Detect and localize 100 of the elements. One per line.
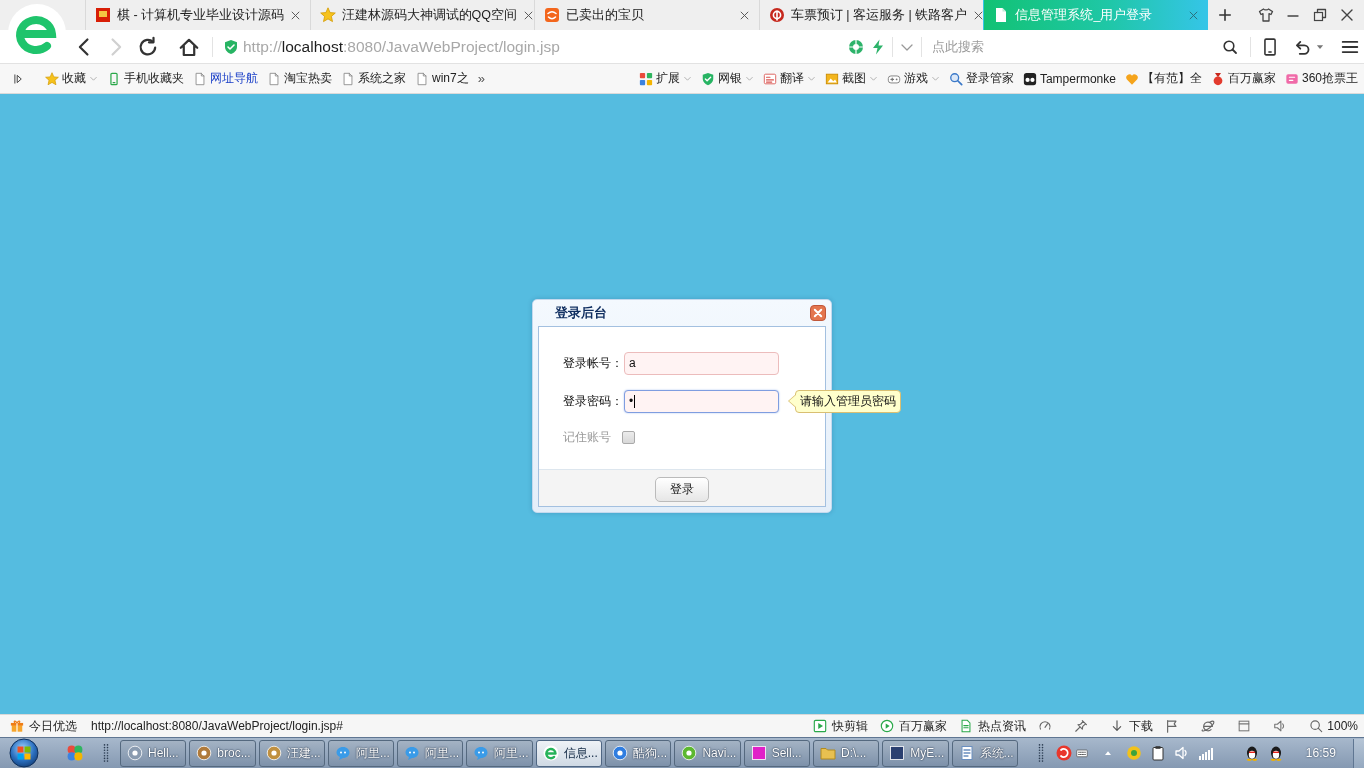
speaker-icon[interactable] (1173, 745, 1190, 761)
status-tool-button[interactable]: 百万赢家 (880, 717, 948, 735)
reload-icon[interactable] (137, 35, 159, 58)
app-icon (265, 745, 282, 761)
new-tab-icon[interactable] (1217, 8, 1232, 22)
download-button[interactable]: 下载 (1110, 717, 1154, 735)
signal-bars-icon[interactable] (1197, 745, 1214, 761)
grid-icon (638, 71, 653, 86)
search-field[interactable]: 点此搜索 (932, 39, 1222, 54)
gift-icon[interactable] (10, 719, 24, 733)
close-icon[interactable] (290, 9, 302, 21)
bookmark-item[interactable]: 网址导航 (193, 70, 258, 87)
play-circle-icon (880, 719, 895, 733)
search-icon[interactable] (1222, 38, 1238, 55)
hint-tooltip: 请输入管理员密码 (788, 389, 901, 413)
chat-bubble-icon (404, 745, 421, 761)
chevron-down-icon (744, 74, 754, 83)
chevron-down-icon (682, 74, 692, 83)
phone-icon (107, 71, 121, 86)
document-icon (193, 71, 207, 86)
shield-icon (700, 71, 715, 86)
text-box-icon (762, 71, 777, 86)
document-icon (959, 719, 974, 733)
restore-icon[interactable] (1312, 7, 1328, 23)
close-icon[interactable] (810, 305, 826, 321)
folder-icon (819, 745, 836, 761)
url-field[interactable]: http://localhost:8080/JavaWebProject/login.jsp (243, 37, 848, 56)
star-icon (45, 71, 59, 86)
card-icon (1284, 71, 1299, 86)
app-icon (196, 745, 213, 761)
image-icon (824, 71, 839, 86)
chevron-down-icon (868, 74, 878, 83)
flag-icon[interactable] (1165, 719, 1180, 733)
bookmark-item[interactable]: 翻译 (762, 70, 816, 87)
bookmark-item[interactable]: 游戏 (886, 70, 940, 87)
magnifier-icon (948, 71, 963, 86)
field-label: 登录密码： (563, 392, 624, 410)
shirt-icon[interactable] (1258, 7, 1274, 23)
status-tool-button[interactable]: 热点资讯 (959, 717, 1027, 735)
heart-icon (1124, 71, 1139, 86)
star-icon (319, 7, 336, 23)
zoom-button[interactable]: 100% (1309, 719, 1358, 733)
browser-logo-icon (542, 745, 559, 761)
keyboard-icon[interactable] (1075, 747, 1088, 759)
more-bookmarks-button[interactable]: » (477, 71, 485, 86)
close-icon[interactable] (523, 9, 535, 21)
close-icon[interactable] (1339, 7, 1355, 23)
shield-icon (223, 38, 239, 55)
show-desktop-button[interactable] (1353, 738, 1364, 768)
clipboard-icon[interactable] (1149, 745, 1166, 761)
gauge-icon[interactable] (1038, 719, 1053, 733)
bookmark-item[interactable]: 360抢票王 (1284, 70, 1358, 87)
remember-label: 记住账号 (563, 428, 612, 446)
document-icon (415, 71, 429, 86)
app-icon (889, 745, 906, 761)
close-icon[interactable] (973, 9, 985, 21)
round-logo-icon[interactable] (1055, 745, 1072, 761)
bookmark-item[interactable]: Tampermonke (1022, 71, 1116, 86)
bookmark-item[interactable]: 网银 (700, 70, 754, 87)
chat-bubble-icon (334, 745, 351, 761)
square-icon (750, 745, 767, 761)
drag-handle-icon[interactable] (103, 743, 109, 763)
input-field[interactable]: a (624, 351, 779, 375)
promo-link[interactable]: 今日优选 (29, 717, 77, 735)
status-tool-button[interactable]: 快剪辑 (813, 717, 869, 735)
window-icon[interactable] (1237, 719, 1252, 733)
field-label: 登录帐号： (563, 354, 624, 372)
bookmark-item[interactable]: 登录管家 (948, 70, 1014, 87)
notepad-icon (958, 745, 975, 761)
planet-icon[interactable] (1201, 719, 1216, 733)
play-box-icon (813, 719, 828, 733)
rounded-logo-icon (544, 7, 561, 23)
bookmark-item[interactable]: 淘宝热卖 (267, 70, 332, 87)
pin-icon[interactable] (1074, 719, 1089, 733)
bookmark-item[interactable]: 扩展 (638, 70, 692, 87)
bookmark-item[interactable]: 收藏 (45, 70, 98, 87)
dialog-title: 登录后台 (555, 304, 607, 322)
tablet-icon[interactable] (1261, 37, 1279, 56)
drag-handle-icon[interactable] (1037, 743, 1044, 763)
login-button[interactable]: 登录 (655, 476, 709, 502)
status-url: http://localhost:8080/JavaWebProject/login.jsp# (91, 719, 343, 733)
bookmark-item[interactable]: 【有范】全 (1124, 70, 1202, 87)
sidebar-toggle-icon[interactable] (13, 72, 25, 85)
bookmark-item[interactable]: 截图 (824, 70, 878, 87)
text-cursor-icon (634, 394, 636, 408)
start-button-icon[interactable] (8, 738, 40, 768)
bookmark-item[interactable]: 百万赢家 (1210, 70, 1276, 87)
chevron-down-icon (806, 74, 816, 83)
chevron-down-icon (89, 74, 98, 83)
lifebuoy-icon[interactable] (848, 38, 864, 55)
bookmark-item[interactable]: 系统之家 (341, 70, 406, 87)
bookmark-item[interactable]: 手机收藏夹 (107, 70, 184, 87)
close-icon[interactable] (738, 9, 750, 21)
bookmark-item[interactable]: win7之 (415, 70, 469, 87)
taskbar-button[interactable]: 信息... (535, 739, 603, 767)
document-icon (341, 71, 355, 86)
chevron-down-icon (930, 74, 940, 83)
document-icon (267, 71, 281, 86)
app-icon (127, 745, 143, 761)
input-field[interactable]: • (624, 389, 779, 413)
